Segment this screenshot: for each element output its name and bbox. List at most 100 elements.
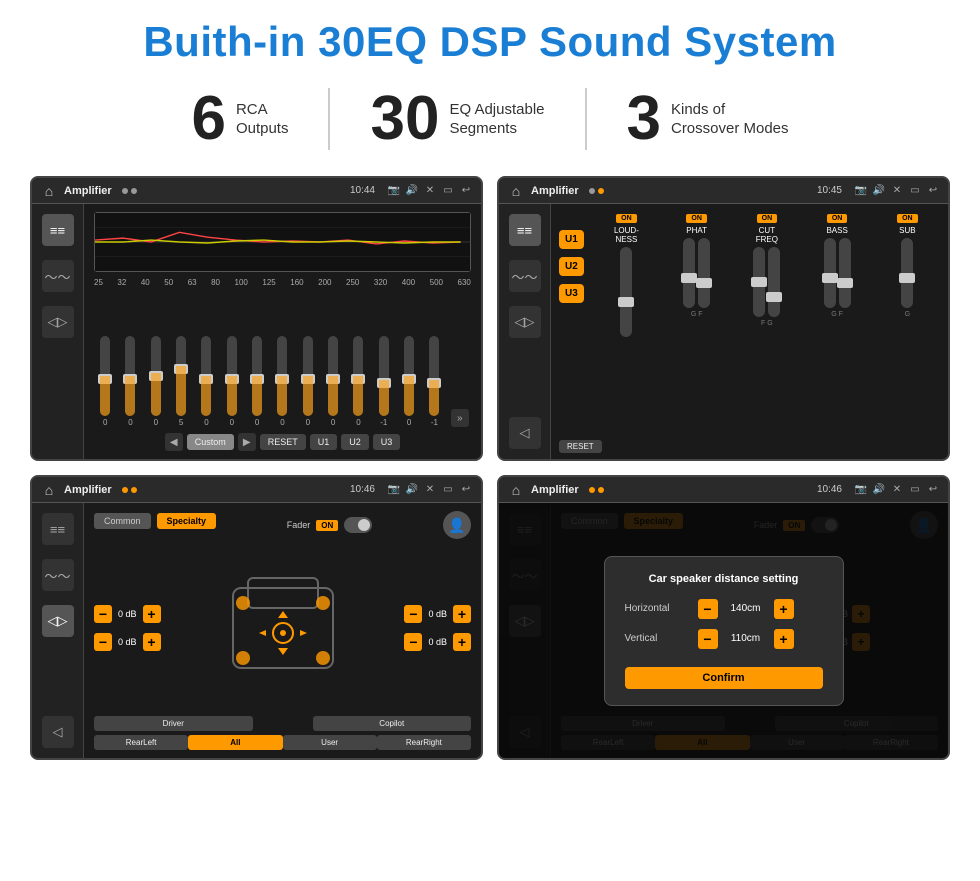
slider-track-0[interactable]: [100, 336, 110, 416]
slider-track-11[interactable]: [379, 336, 389, 416]
profile-btn[interactable]: 👤: [443, 511, 471, 539]
app-name-3: Amplifier: [64, 484, 112, 496]
stat-number-crossover: 3: [627, 88, 661, 150]
preset-u3[interactable]: U3: [559, 284, 584, 303]
nav-eq-icon-2[interactable]: ≡≡: [509, 214, 541, 246]
horizontal-plus-btn[interactable]: +: [774, 599, 794, 619]
confirm-button[interactable]: Confirm: [625, 667, 823, 689]
toggle-sub[interactable]: ON: [897, 214, 918, 223]
screen-eq-card: ⌂ Amplifier 10:44 📷 🔊 ✕ ▭ ↩ ≡≡: [30, 176, 483, 461]
home-icon-1[interactable]: ⌂: [40, 182, 58, 200]
slider-cutfreq-g[interactable]: [768, 247, 780, 317]
db-plus-0[interactable]: +: [143, 605, 161, 623]
vertical-plus-btn[interactable]: +: [774, 629, 794, 649]
dot-3a: [122, 487, 128, 493]
prev-btn[interactable]: ◀: [165, 433, 183, 451]
custom-btn[interactable]: Custom: [187, 434, 234, 450]
horizontal-minus-btn[interactable]: −: [698, 599, 718, 619]
fader-area: Common Specialty Fader ON 👤: [84, 503, 481, 758]
slider-track-8[interactable]: [303, 336, 313, 416]
db-minus-0[interactable]: −: [94, 605, 112, 623]
slider-track-10[interactable]: [353, 336, 363, 416]
slider-track-4[interactable]: [201, 336, 211, 416]
fader-toggle[interactable]: ON: [316, 520, 338, 531]
copilot-btn[interactable]: Copilot: [313, 716, 472, 731]
user-btn[interactable]: User: [283, 735, 377, 750]
close-icon-2: ✕: [890, 184, 904, 198]
tab-specialty[interactable]: Specialty: [157, 513, 217, 529]
reset-btn[interactable]: RESET: [260, 434, 306, 450]
nav-speaker-icon[interactable]: ◁▷: [42, 306, 74, 338]
home-icon-4[interactable]: ⌂: [507, 481, 525, 499]
toggle-phat[interactable]: ON: [686, 214, 707, 223]
slider-cutfreq-f[interactable]: [753, 247, 765, 317]
slider-sub[interactable]: [901, 238, 913, 308]
nav-eq-icon-3[interactable]: ≡≡: [42, 513, 74, 545]
db-plus-2[interactable]: +: [453, 605, 471, 623]
driver-btn[interactable]: Driver: [94, 716, 253, 731]
all-btn[interactable]: All: [188, 735, 282, 750]
screen-eq-body: ≡≡ 〜〜 ◁▷: [32, 204, 481, 459]
vertical-value: 110cm: [726, 633, 766, 644]
back-icon-2[interactable]: ↩: [926, 184, 940, 198]
u3-btn[interactable]: U3: [373, 434, 401, 450]
nav-speaker-icon-3[interactable]: ◁▷: [42, 605, 74, 637]
db-plus-1[interactable]: +: [143, 633, 161, 651]
nav-vol-icon-3[interactable]: ◁: [42, 716, 74, 748]
u2-btn[interactable]: U2: [341, 434, 369, 450]
nav-wave-icon-2[interactable]: 〜〜: [509, 260, 541, 292]
back-icon-1[interactable]: ↩: [459, 184, 473, 198]
play-btn[interactable]: ▶: [238, 433, 256, 451]
slider-bass-g[interactable]: [824, 238, 836, 308]
tab-common[interactable]: Common: [94, 513, 151, 529]
slider-track-1[interactable]: [125, 336, 135, 416]
toggle-bass[interactable]: ON: [827, 214, 848, 223]
status-dots-4: [589, 487, 604, 493]
toggle-cutfreq[interactable]: ON: [757, 214, 778, 223]
expand-btn[interactable]: »: [451, 409, 469, 427]
preset-u1[interactable]: U1: [559, 230, 584, 249]
back-icon-3[interactable]: ↩: [459, 483, 473, 497]
slider-phat-g[interactable]: [683, 238, 695, 308]
rearright-btn[interactable]: RearRight: [377, 735, 471, 750]
eq-slider-4: 0: [195, 336, 217, 427]
dot-1: [122, 188, 128, 194]
vertical-minus-btn[interactable]: −: [698, 629, 718, 649]
u1-btn[interactable]: U1: [310, 434, 338, 450]
close-icon-1: ✕: [423, 184, 437, 198]
slider-loudness[interactable]: [620, 247, 632, 337]
nav-wave-icon[interactable]: 〜〜: [42, 260, 74, 292]
slider-track-6[interactable]: [252, 336, 262, 416]
back-icon-4[interactable]: ↩: [926, 483, 940, 497]
slider-track-2[interactable]: [151, 336, 161, 416]
home-icon-3[interactable]: ⌂: [40, 481, 58, 499]
channel-loudness: ON LOUD-NESS: [594, 214, 659, 337]
dialog-row-vertical: Vertical − 110cm +: [625, 629, 823, 649]
db-minus-1[interactable]: −: [94, 633, 112, 651]
slider-track-12[interactable]: [404, 336, 414, 416]
nav-vol-icon-2[interactable]: ◁: [509, 417, 541, 449]
toggle-loudness[interactable]: ON: [616, 214, 637, 223]
preset-u2[interactable]: U2: [559, 257, 584, 276]
nav-speaker-icon-2[interactable]: ◁▷: [509, 306, 541, 338]
stat-item-eq: 30 EQ AdjustableSegments: [328, 88, 584, 150]
db-minus-3[interactable]: −: [404, 633, 422, 651]
stat-text-eq: EQ AdjustableSegments: [449, 100, 544, 139]
crossover-reset-btn[interactable]: RESET: [559, 440, 602, 453]
slider-track-13[interactable]: [429, 336, 439, 416]
nav-eq-icon[interactable]: ≡≡: [42, 214, 74, 246]
slider-bass-f[interactable]: [839, 238, 851, 308]
slider-phat-f[interactable]: [698, 238, 710, 308]
home-icon-2[interactable]: ⌂: [507, 182, 525, 200]
nav-wave-icon-3[interactable]: 〜〜: [42, 559, 74, 591]
rearleft-btn[interactable]: RearLeft: [94, 735, 188, 750]
battery-icon-2: ▭: [908, 184, 922, 198]
slider-track-9[interactable]: [328, 336, 338, 416]
fader-slider[interactable]: [344, 517, 372, 533]
db-plus-3[interactable]: +: [453, 633, 471, 651]
db-minus-2[interactable]: −: [404, 605, 422, 623]
battery-icon-3: ▭: [441, 483, 455, 497]
slider-track-3[interactable]: [176, 336, 186, 416]
slider-track-7[interactable]: [277, 336, 287, 416]
slider-track-5[interactable]: [227, 336, 237, 416]
